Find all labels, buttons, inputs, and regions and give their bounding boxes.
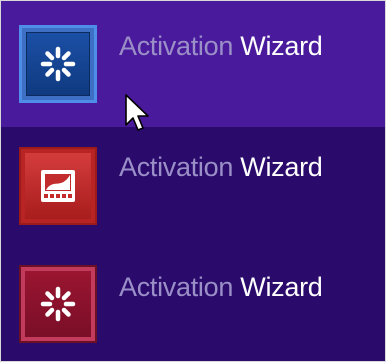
app-tile[interactable] xyxy=(19,25,97,103)
app-tile-inner xyxy=(26,32,90,96)
result-title-dim: Activation xyxy=(119,31,234,61)
app-tile-inner xyxy=(25,271,91,337)
result-title: Activation Wizard xyxy=(119,152,323,183)
result-title: Activation Wizard xyxy=(119,31,323,62)
search-results-panel: Activation Wizard Activation Wizard Acti… xyxy=(0,0,386,362)
search-result-item[interactable]: Activation Wizard xyxy=(1,1,385,127)
app-tile[interactable] xyxy=(19,265,97,343)
film-slide-icon xyxy=(41,170,75,202)
app-tile-inner xyxy=(25,153,91,219)
result-title-dim: Activation xyxy=(119,152,234,182)
search-result-item[interactable]: Activation Wizard xyxy=(1,127,385,245)
loading-sparkle-icon xyxy=(40,46,76,82)
result-title: Activation Wizard xyxy=(119,272,323,303)
result-title-bright: Wizard xyxy=(240,272,323,302)
search-result-item[interactable]: Activation Wizard xyxy=(1,245,385,362)
loading-sparkle-icon xyxy=(40,286,76,322)
result-title-bright: Wizard xyxy=(240,152,323,182)
result-title-dim: Activation xyxy=(119,272,234,302)
mouse-pointer-icon xyxy=(125,94,149,131)
app-tile[interactable] xyxy=(19,147,97,225)
result-title-bright: Wizard xyxy=(240,31,323,61)
